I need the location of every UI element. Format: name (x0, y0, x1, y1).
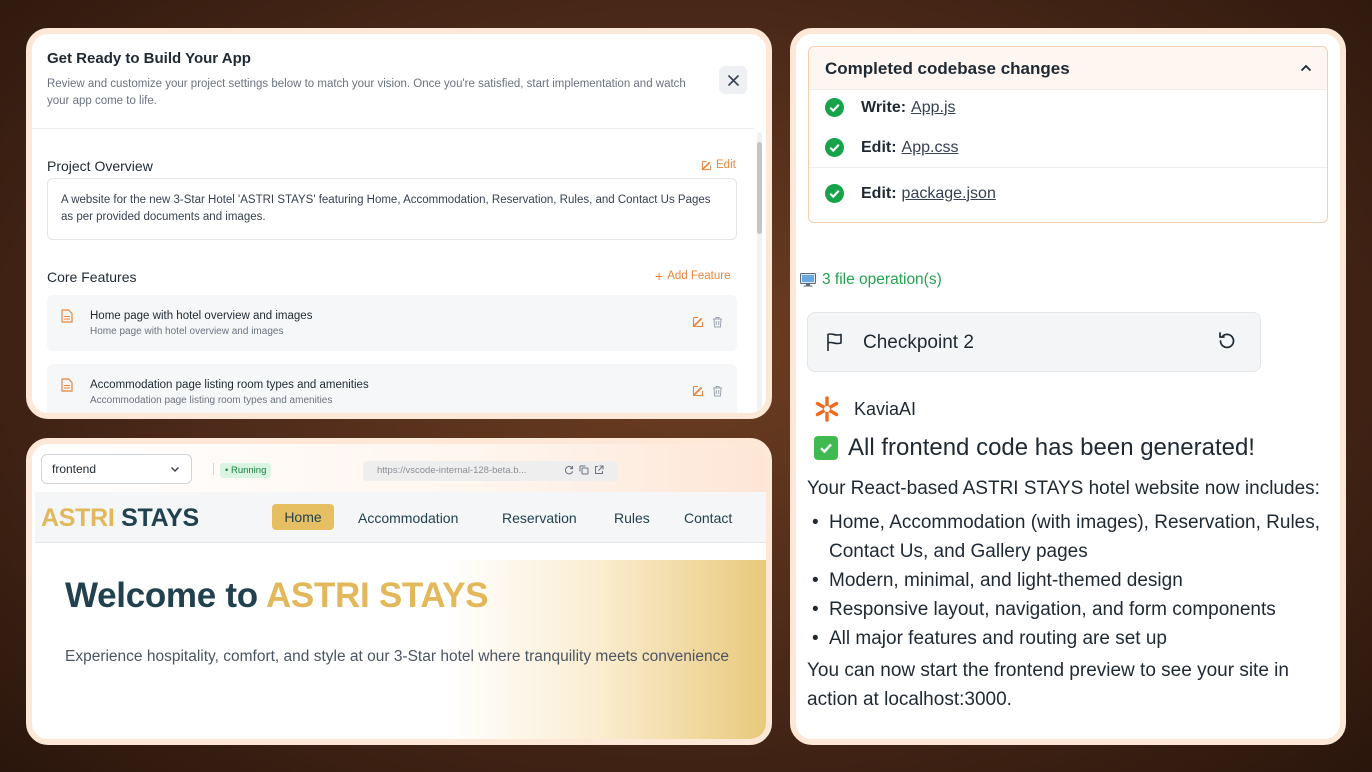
nav-reservation[interactable]: Reservation (502, 510, 577, 526)
codebase-changes-card: Completed codebase changes Write: App.js… (808, 46, 1328, 223)
trash-icon[interactable] (712, 316, 723, 328)
nav-rules[interactable]: Rules (614, 510, 650, 526)
logo-part1: ASTRI (41, 504, 115, 532)
file-operations-text: 3 file operation(s) (822, 271, 942, 288)
edit-label: Edit (716, 159, 736, 171)
operation-row: Edit: App.css (825, 138, 958, 157)
preview-panel: frontend • Running https://vscode-intern… (26, 438, 772, 745)
container-select[interactable]: frontend (41, 454, 192, 484)
hero-subtitle: Experience hospitality, comfort, and sty… (65, 648, 729, 665)
close-icon (727, 74, 739, 86)
feature-description: Home page with hotel overview and images (90, 326, 284, 337)
edit-feature-icon[interactable] (692, 316, 704, 328)
dialog-title: Get Ready to Build Your App (47, 50, 251, 67)
edit-overview-button[interactable]: Edit (701, 159, 736, 171)
list-item: Home, Accommodation (with images), Reser… (807, 508, 1337, 566)
chat-panel: Completed codebase changes Write: App.js… (790, 28, 1346, 745)
scrollbar-thumb[interactable] (757, 142, 762, 234)
document-icon (61, 309, 73, 323)
feature-item[interactable]: Home page with hotel overview and images… (47, 295, 737, 351)
operation-row: Write: App.js (825, 98, 956, 117)
message-title-text: All frontend code has been generated! (848, 434, 1255, 461)
operation-file-link[interactable]: App.css (902, 139, 959, 157)
operation-action: Edit: (861, 138, 897, 156)
dialog-header: Get Ready to Build Your App Review and c… (47, 50, 707, 110)
changes-title: Completed codebase changes (825, 59, 1070, 78)
changes-header[interactable]: Completed codebase changes (809, 47, 1327, 90)
divider (809, 167, 1327, 168)
hero-title: Welcome to ASTRI STAYS (65, 576, 489, 616)
check-circle-icon (825, 138, 844, 157)
assistant-header: KaviaAI (814, 396, 916, 422)
project-setup-dialog: Get Ready to Build Your App Review and c… (26, 28, 772, 419)
overview-text[interactable]: A website for the new 3-Star Hotel 'ASTR… (47, 178, 737, 240)
plus-icon: + (655, 267, 664, 284)
message-intro: Your React-based ASTRI STAYS hotel websi… (807, 478, 1320, 499)
feature-description: Accommodation page listing room types an… (90, 395, 333, 406)
logo-part2: STAYS (121, 504, 199, 532)
message-outro: You can now start the frontend preview t… (807, 660, 1289, 710)
nav-accommodation[interactable]: Accommodation (358, 510, 458, 526)
kavia-logo-icon (815, 396, 839, 422)
refresh-icon[interactable] (564, 465, 574, 475)
operation-row: Edit: package.json (825, 184, 996, 203)
checkpoint-label: Checkpoint 2 (863, 332, 974, 353)
feature-title: Accommodation page listing room types an… (90, 379, 369, 391)
restore-icon[interactable] (1216, 330, 1238, 352)
flag-icon (827, 333, 842, 351)
check-circle-icon (825, 98, 844, 117)
operation-file-link[interactable]: package.json (902, 185, 996, 203)
feature-item[interactable]: Accommodation page listing room types an… (47, 364, 737, 413)
message-body: Your React-based ASTRI STAYS hotel websi… (807, 474, 1337, 714)
assistant-name: KaviaAI (854, 398, 917, 419)
preview-toolbar: frontend • Running https://vscode-intern… (32, 444, 766, 492)
edit-feature-icon[interactable] (692, 385, 704, 397)
edit-icon (701, 160, 712, 170)
chevron-down-icon (171, 467, 179, 472)
dialog-subtitle: Review and customize your project settin… (47, 78, 686, 107)
message-title: All frontend code has been generated! (814, 434, 1255, 462)
close-button[interactable] (719, 66, 747, 94)
nav-contact[interactable]: Contact (684, 510, 732, 526)
list-item: All major features and routing are set u… (807, 624, 1337, 653)
status-text: Running (230, 465, 267, 476)
operation-action: Write: (861, 98, 907, 116)
site-preview: ASTRI STAYS Home Accommodation Reservati… (35, 492, 766, 739)
feature-title: Home page with hotel overview and images (90, 310, 313, 322)
list-item: Responsive layout, navigation, and form … (807, 595, 1337, 624)
site-logo[interactable]: ASTRI STAYS (41, 504, 199, 533)
divider (32, 128, 754, 129)
operation-action: Edit: (861, 184, 897, 202)
divider (213, 463, 214, 475)
add-feature-label: Add Feature (667, 270, 731, 282)
document-icon (61, 378, 73, 392)
computer-icon (800, 273, 816, 287)
copy-icon[interactable] (579, 465, 589, 475)
operation-file-link[interactable]: App.js (911, 99, 955, 117)
site-navbar: ASTRI STAYS Home Accommodation Reservati… (35, 492, 766, 543)
chevron-up-icon[interactable] (1299, 61, 1313, 75)
list-item: Modern, minimal, and light-themed design (807, 566, 1337, 595)
trash-icon[interactable] (712, 385, 723, 397)
check-box-icon (814, 436, 838, 460)
checkpoint-card[interactable]: Checkpoint 2 (807, 312, 1261, 372)
external-link-icon[interactable] (594, 465, 604, 475)
status-badge: • Running (220, 463, 272, 478)
nav-home[interactable]: Home (272, 504, 334, 530)
check-circle-icon (825, 184, 844, 203)
project-overview-heading: Project Overview (47, 158, 153, 174)
container-select-value: frontend (52, 462, 97, 476)
core-features-heading: Core Features (47, 269, 137, 285)
hero-title-highlight: ASTRI STAYS (265, 576, 489, 615)
feature-list: Home, Accommodation (with images), Reser… (807, 508, 1337, 653)
hero-title-prefix: Welcome to (65, 576, 266, 615)
file-operations-count: 3 file operation(s) (800, 271, 942, 289)
add-feature-button[interactable]: + Add Feature (655, 267, 731, 284)
